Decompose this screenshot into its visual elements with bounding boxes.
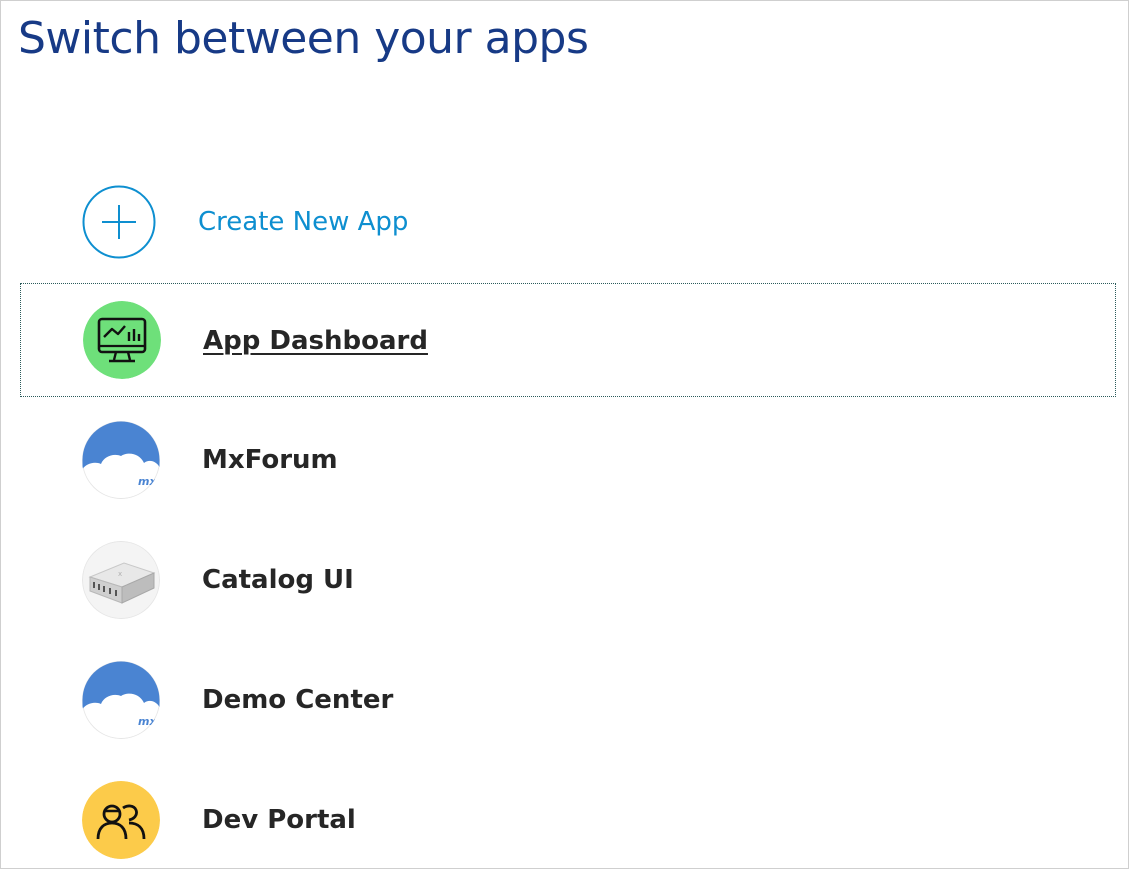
mx-cloud-icon: mx xyxy=(82,661,160,739)
app-item-catalog-ui[interactable]: x Catalog UI xyxy=(20,523,1116,637)
svg-text:x: x xyxy=(118,570,122,578)
app-item-app-dashboard[interactable]: App Dashboard xyxy=(20,283,1116,397)
app-item-label[interactable]: Catalog UI xyxy=(202,523,354,637)
app-item-label[interactable]: App Dashboard xyxy=(203,284,428,398)
plus-circle-icon[interactable] xyxy=(82,185,156,259)
app-item-dev-portal[interactable]: Dev Portal xyxy=(20,763,1116,877)
svg-text:mx: mx xyxy=(138,475,157,488)
svg-text:mx: mx xyxy=(138,715,157,728)
people-icon xyxy=(82,781,160,859)
mx-cloud-icon: mx xyxy=(82,421,160,499)
page-title: Switch between your apps xyxy=(18,13,589,64)
app-item-demo-center[interactable]: mx Demo Center xyxy=(20,643,1116,757)
app-item-mxforum[interactable]: mx MxForum xyxy=(20,403,1116,517)
app-item-label[interactable]: MxForum xyxy=(202,403,338,517)
app-switcher-panel: Switch between your apps Create New App xyxy=(0,0,1129,869)
create-new-app-button[interactable]: Create New App xyxy=(20,165,1116,279)
monitor-chart-icon xyxy=(83,301,161,379)
app-item-label[interactable]: Dev Portal xyxy=(202,763,356,877)
usb-hub-icon: x xyxy=(82,541,160,619)
create-new-app-label[interactable]: Create New App xyxy=(198,165,408,279)
app-item-label[interactable]: Demo Center xyxy=(202,643,393,757)
